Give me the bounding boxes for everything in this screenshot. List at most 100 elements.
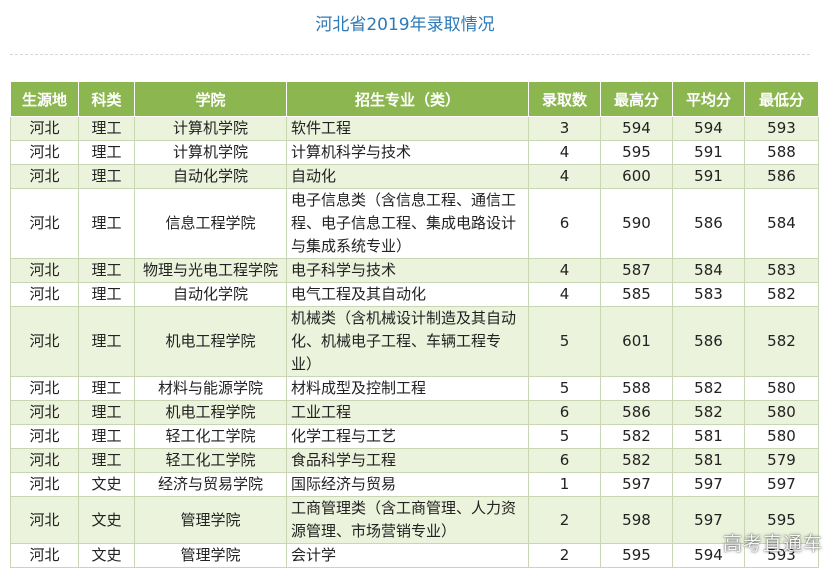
cell-category: 文史 bbox=[78, 472, 135, 497]
cell-college: 计算机学院 bbox=[134, 140, 287, 165]
cell-major: 材料成型及控制工程 bbox=[286, 376, 529, 401]
cell-min-score: 583 bbox=[744, 258, 819, 283]
cell-origin: 河北 bbox=[10, 140, 79, 165]
cell-major: 电子科学与技术 bbox=[286, 258, 529, 283]
cell-origin: 河北 bbox=[10, 472, 79, 497]
cell-category: 理工 bbox=[78, 116, 135, 141]
page-title: 河北省2019年录取情况 bbox=[315, 15, 495, 35]
table-row: 河北 理工 自动化学院 自动化 4 600 591 586 bbox=[10, 164, 819, 189]
cell-origin: 河北 bbox=[10, 424, 79, 449]
cell-admitted: 4 bbox=[528, 140, 601, 165]
cell-min-score: 582 bbox=[744, 282, 819, 307]
cell-admitted: 2 bbox=[528, 543, 601, 568]
cell-major: 计算机科学与技术 bbox=[286, 140, 529, 165]
cell-origin: 河北 bbox=[10, 306, 79, 377]
cell-major: 会计学 bbox=[286, 543, 529, 568]
cell-avg-score: 594 bbox=[672, 116, 745, 141]
cell-max-score: 582 bbox=[600, 448, 673, 473]
watermark-text: 高考直通车 bbox=[722, 533, 823, 555]
table-row: 河北 文史 管理学院 工商管理类（含工商管理、人力资源管理、市场营销专业） 2 598 59… bbox=[10, 496, 819, 544]
cell-major: 工商管理类（含工商管理、人力资源管理、市场营销专业） bbox=[286, 496, 529, 544]
cell-max-score: 595 bbox=[600, 140, 673, 165]
cell-college: 计算机学院 bbox=[134, 116, 287, 141]
cell-avg-score: 597 bbox=[672, 472, 745, 497]
col-header-admitted: 录取数 bbox=[528, 81, 601, 117]
cell-category: 理工 bbox=[78, 448, 135, 473]
cell-min-score: 579 bbox=[744, 448, 819, 473]
cell-college: 管理学院 bbox=[134, 496, 287, 544]
cell-college: 自动化学院 bbox=[134, 164, 287, 189]
cell-category: 理工 bbox=[78, 164, 135, 189]
cell-admitted: 6 bbox=[528, 188, 601, 259]
cell-major: 化学工程与工艺 bbox=[286, 424, 529, 449]
cell-avg-score: 582 bbox=[672, 376, 745, 401]
cell-origin: 河北 bbox=[10, 164, 79, 189]
cell-college: 自动化学院 bbox=[134, 282, 287, 307]
cell-major: 食品科学与工程 bbox=[286, 448, 529, 473]
col-header-category: 科类 bbox=[78, 81, 135, 117]
cell-max-score: 585 bbox=[600, 282, 673, 307]
cell-major: 电子信息类（含信息工程、通信工程、电子信息工程、集成电路设计与集成系统专业） bbox=[286, 188, 529, 259]
cell-avg-score: 581 bbox=[672, 424, 745, 449]
table-row: 河北 理工 计算机学院 计算机科学与技术 4 595 591 588 bbox=[10, 140, 819, 165]
cell-avg-score: 581 bbox=[672, 448, 745, 473]
cell-origin: 河北 bbox=[10, 448, 79, 473]
cell-min-score: 582 bbox=[744, 306, 819, 377]
cell-college: 管理学院 bbox=[134, 543, 287, 568]
cell-min-score: 584 bbox=[744, 188, 819, 259]
cell-origin: 河北 bbox=[10, 543, 79, 568]
col-header-origin: 生源地 bbox=[10, 81, 79, 117]
title-divider bbox=[10, 54, 810, 55]
cell-admitted: 2 bbox=[528, 496, 601, 544]
cell-category: 理工 bbox=[78, 188, 135, 259]
cell-college: 材料与能源学院 bbox=[134, 376, 287, 401]
cell-category: 理工 bbox=[78, 376, 135, 401]
table-row: 河北 理工 信息工程学院 电子信息类（含信息工程、通信工程、电子信息工程、集成电路设计… bbox=[10, 188, 819, 259]
col-header-max-score: 最高分 bbox=[600, 81, 673, 117]
table-row: 河北 理工 自动化学院 电气工程及其自动化 4 585 583 582 bbox=[10, 282, 819, 307]
cell-origin: 河北 bbox=[10, 400, 79, 425]
col-header-major: 招生专业（类） bbox=[286, 81, 529, 117]
cell-college: 信息工程学院 bbox=[134, 188, 287, 259]
table-row: 河北 理工 机电工程学院 工业工程 6 586 582 580 bbox=[10, 400, 819, 425]
cell-min-score: 593 bbox=[744, 116, 819, 141]
cell-major: 工业工程 bbox=[286, 400, 529, 425]
cell-admitted: 4 bbox=[528, 164, 601, 189]
cell-min-score: 580 bbox=[744, 376, 819, 401]
cell-admitted: 5 bbox=[528, 306, 601, 377]
cell-origin: 河北 bbox=[10, 188, 79, 259]
cell-admitted: 5 bbox=[528, 376, 601, 401]
cell-max-score: 597 bbox=[600, 472, 673, 497]
cell-category: 文史 bbox=[78, 543, 135, 568]
cell-origin: 河北 bbox=[10, 116, 79, 141]
cell-origin: 河北 bbox=[10, 282, 79, 307]
cell-admitted: 4 bbox=[528, 258, 601, 283]
table-row: 河北 理工 计算机学院 软件工程 3 594 594 593 bbox=[10, 116, 819, 141]
cell-college: 机电工程学院 bbox=[134, 306, 287, 377]
col-header-min-score: 最低分 bbox=[744, 81, 819, 117]
cell-min-score: 580 bbox=[744, 400, 819, 425]
cell-admitted: 5 bbox=[528, 424, 601, 449]
table-row: 河北 理工 物理与光电工程学院 电子科学与技术 4 587 584 583 bbox=[10, 258, 819, 283]
table-row: 河北 文史 管理学院 会计学 2 595 594 593 bbox=[10, 543, 819, 568]
table-row: 河北 理工 轻工化工学院 化学工程与工艺 5 582 581 580 bbox=[10, 424, 819, 449]
cell-admitted: 4 bbox=[528, 282, 601, 307]
col-header-avg-score: 平均分 bbox=[672, 81, 745, 117]
cell-origin: 河北 bbox=[10, 496, 79, 544]
cell-max-score: 600 bbox=[600, 164, 673, 189]
cell-origin: 河北 bbox=[10, 258, 79, 283]
table-header-row: 生源地 科类 学院 招生专业（类） 录取数 最高分 平均分 最低分 bbox=[10, 81, 819, 117]
cell-avg-score: 591 bbox=[672, 140, 745, 165]
cell-min-score: 580 bbox=[744, 424, 819, 449]
cell-category: 理工 bbox=[78, 306, 135, 377]
cell-min-score: 597 bbox=[744, 472, 819, 497]
cell-max-score: 598 bbox=[600, 496, 673, 544]
cell-category: 文史 bbox=[78, 496, 135, 544]
cell-max-score: 587 bbox=[600, 258, 673, 283]
cell-college: 物理与光电工程学院 bbox=[134, 258, 287, 283]
col-header-college: 学院 bbox=[134, 81, 287, 117]
cell-origin: 河北 bbox=[10, 376, 79, 401]
cell-category: 理工 bbox=[78, 258, 135, 283]
cell-college: 轻工化工学院 bbox=[134, 424, 287, 449]
cell-major: 国际经济与贸易 bbox=[286, 472, 529, 497]
